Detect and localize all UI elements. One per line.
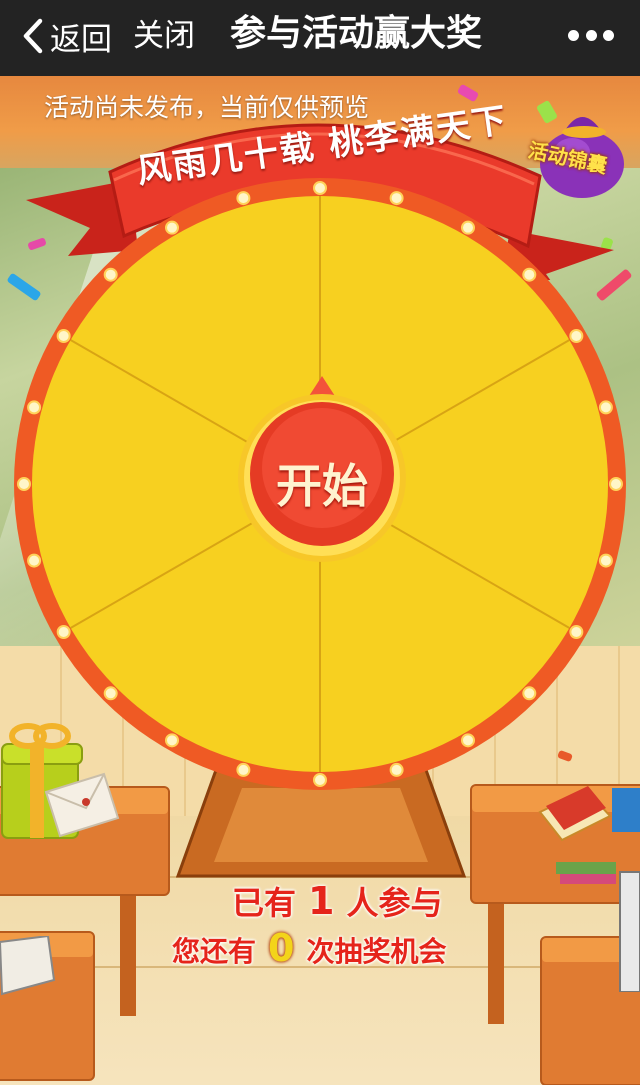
wheel-bulb <box>569 329 584 343</box>
wheel-bulb <box>389 762 404 777</box>
chevron-left-icon <box>23 18 43 54</box>
back-button[interactable]: 返回 <box>20 14 112 58</box>
participants-prefix: 已有 <box>232 884 297 922</box>
wheel-bulb <box>569 625 584 639</box>
wheel-bulb <box>27 553 42 568</box>
envelope-image <box>44 772 120 838</box>
wheel-bulb <box>313 181 327 195</box>
wheel-bulb <box>56 329 71 343</box>
chances-prefix: 您还有 <box>172 935 257 968</box>
wheel-bulb <box>598 553 613 568</box>
wheel-bulb <box>165 220 179 235</box>
wheel-bulb <box>313 773 327 787</box>
participants-line: 已有 1 人参与 <box>232 878 442 924</box>
wheel-bulb <box>103 267 118 282</box>
book-image <box>0 936 56 996</box>
close-button[interactable]: 关闭 <box>133 14 195 58</box>
wheel-bulb <box>165 733 179 748</box>
wheel-bulb <box>522 267 537 282</box>
wheel-bulb <box>522 686 537 701</box>
start-button[interactable] <box>238 370 406 566</box>
chances-suffix: 次抽奖机会 <box>306 935 447 968</box>
chances-line: 您还有 0 次抽奖机会 <box>172 926 446 970</box>
chances-count: 0 <box>268 926 295 970</box>
wheel-bulb <box>56 625 71 639</box>
preview-notice: 活动尚未发布，当前仅供预览 <box>44 93 370 122</box>
wheel-bulb <box>17 477 31 491</box>
wheel-bulb <box>609 477 623 491</box>
wheel-bulb <box>236 191 251 206</box>
books-shelf-image <box>556 862 640 992</box>
more-options-icon[interactable] <box>568 24 614 46</box>
participants-count: 1 <box>308 879 335 923</box>
wheel-bulb <box>461 220 475 235</box>
wheel-bulb <box>598 400 613 415</box>
wheel-bulb <box>236 762 251 777</box>
wheel-bulb <box>27 400 42 415</box>
wheel-bulb <box>461 733 475 748</box>
wheel-bulb <box>389 191 404 206</box>
page-title: 参与活动赢大奖 <box>230 13 483 54</box>
books-stack-image <box>538 786 640 842</box>
back-label: 返回 <box>50 21 112 58</box>
nav-bar: 返回 关闭 参与活动赢大奖 <box>0 0 640 76</box>
wheel-bulb <box>103 686 118 701</box>
participants-suffix: 人参与 <box>346 884 443 922</box>
